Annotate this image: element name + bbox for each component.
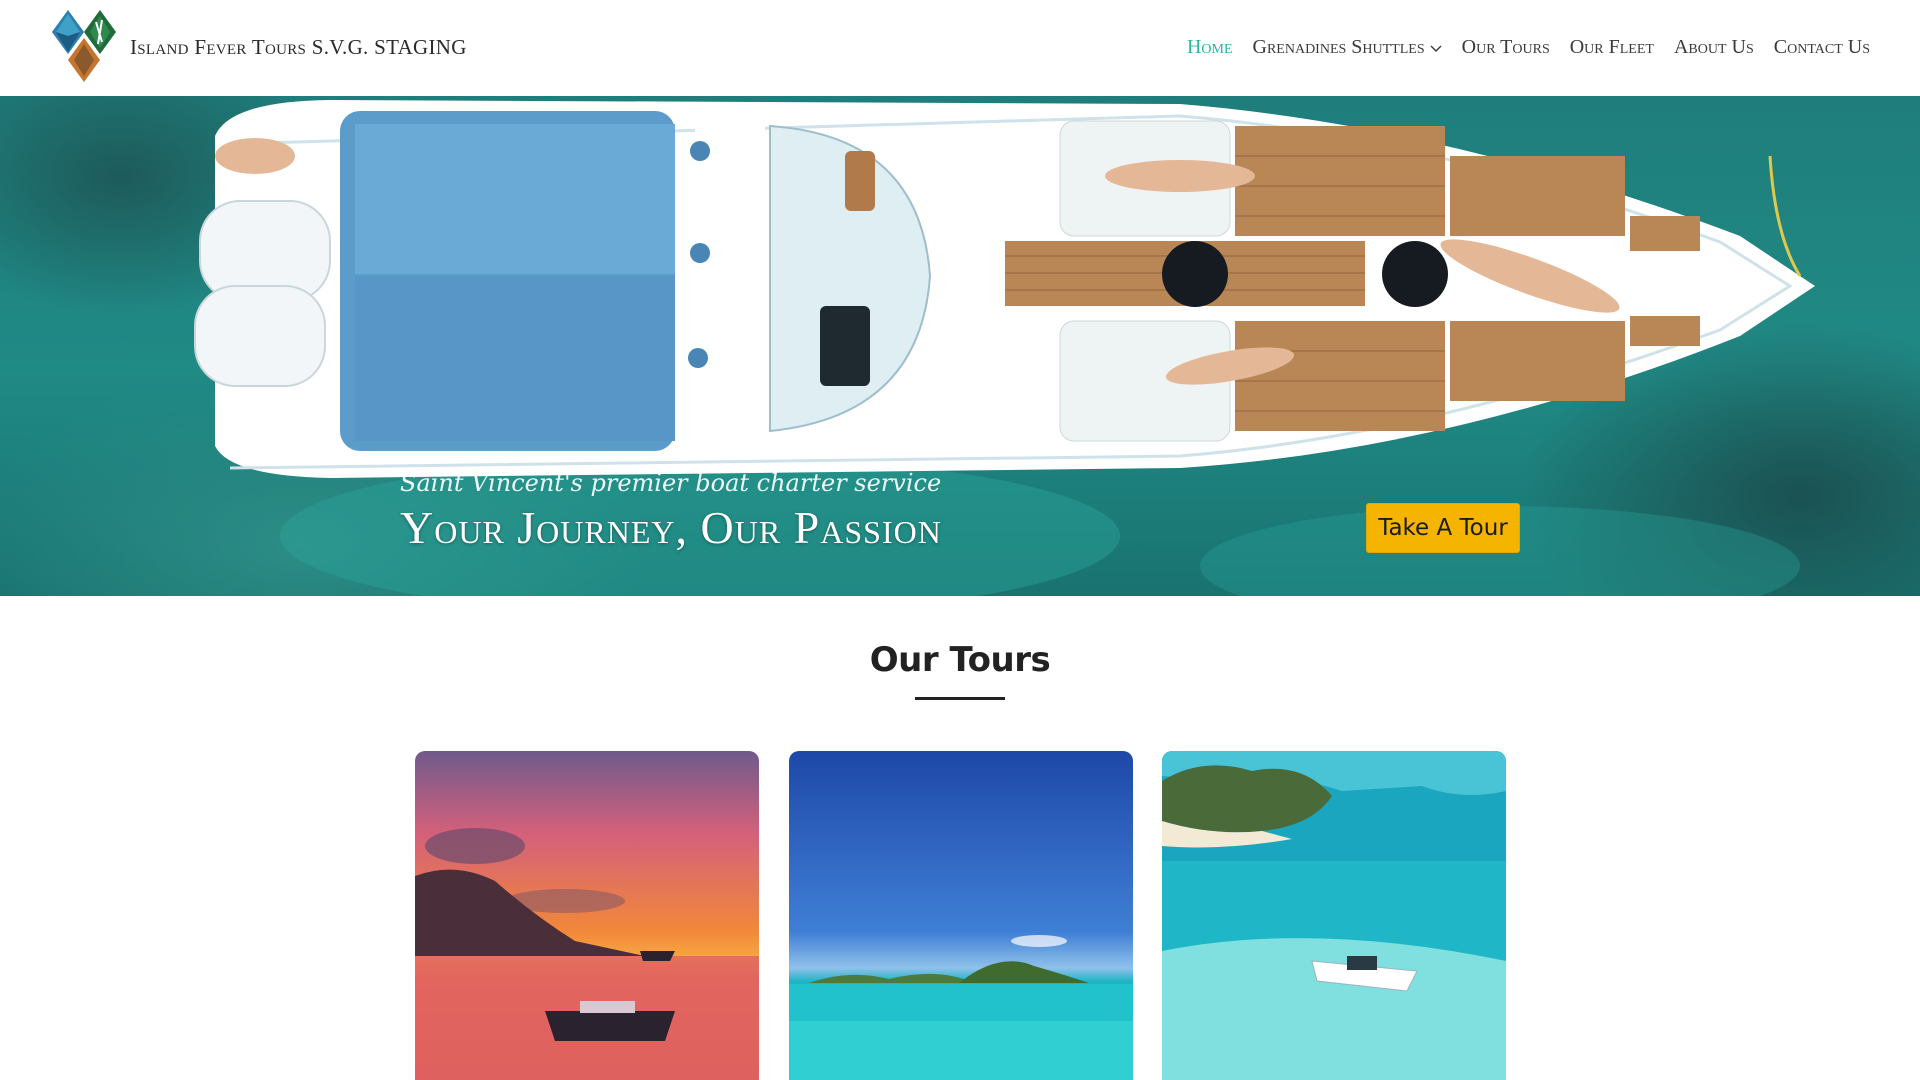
hero-tagline: Saint Vincent's premier boat charter ser… [400, 469, 942, 497]
site-header: Island Fever Tours S.V.G. STAGING Home G… [0, 0, 1920, 96]
take-a-tour-button[interactable]: Take A Tour [1366, 503, 1520, 553]
section-title-our-tours: Our Tours [869, 640, 1051, 680]
hero-banner: Saint Vincent's premier boat charter ser… [0, 96, 1920, 596]
nav-our-tours[interactable]: Our Tours [1462, 36, 1550, 59]
nav-grenadines-shuttles-label: Grenadines Shuttles [1252, 36, 1425, 58]
tour-card-sunset[interactable] [415, 751, 759, 1080]
nav-our-fleet[interactable]: Our Fleet [1570, 36, 1654, 59]
nav-about-us[interactable]: About Us [1674, 36, 1754, 59]
hero-title: Your Journey, Our Passion [400, 502, 942, 553]
diamond-logo-icon[interactable] [50, 8, 120, 88]
tour-card-island[interactable] [789, 751, 1133, 1080]
nav-contact-us[interactable]: Contact Us [1774, 36, 1870, 59]
site-title[interactable]: Island Fever Tours S.V.G. STAGING [130, 35, 467, 60]
nav-contact-us-label: Contact Us [1773, 36, 1870, 58]
nav-grenadines-shuttles[interactable]: Grenadines Shuttles [1253, 36, 1442, 59]
nav-home-label: Home [1186, 36, 1233, 58]
main-nav: Home Grenadines Shuttles Our Tours Our F… [1187, 36, 1870, 59]
hero-boat-image [194, 100, 1815, 596]
aerial-boat-sandbar-photo [1162, 751, 1506, 1080]
nav-our-tours-label: Our Tours [1461, 36, 1550, 58]
nav-our-fleet-label: Our Fleet [1569, 36, 1654, 58]
sunset-boat-photo [415, 751, 759, 1080]
section-title-underline [915, 697, 1005, 700]
nav-home[interactable]: Home [1187, 36, 1233, 59]
nav-about-us-label: About Us [1673, 36, 1754, 58]
chevron-down-icon [1430, 45, 1442, 52]
blue-sky-island-photo [789, 751, 1133, 1080]
tour-card-sandbar[interactable] [1162, 751, 1506, 1080]
